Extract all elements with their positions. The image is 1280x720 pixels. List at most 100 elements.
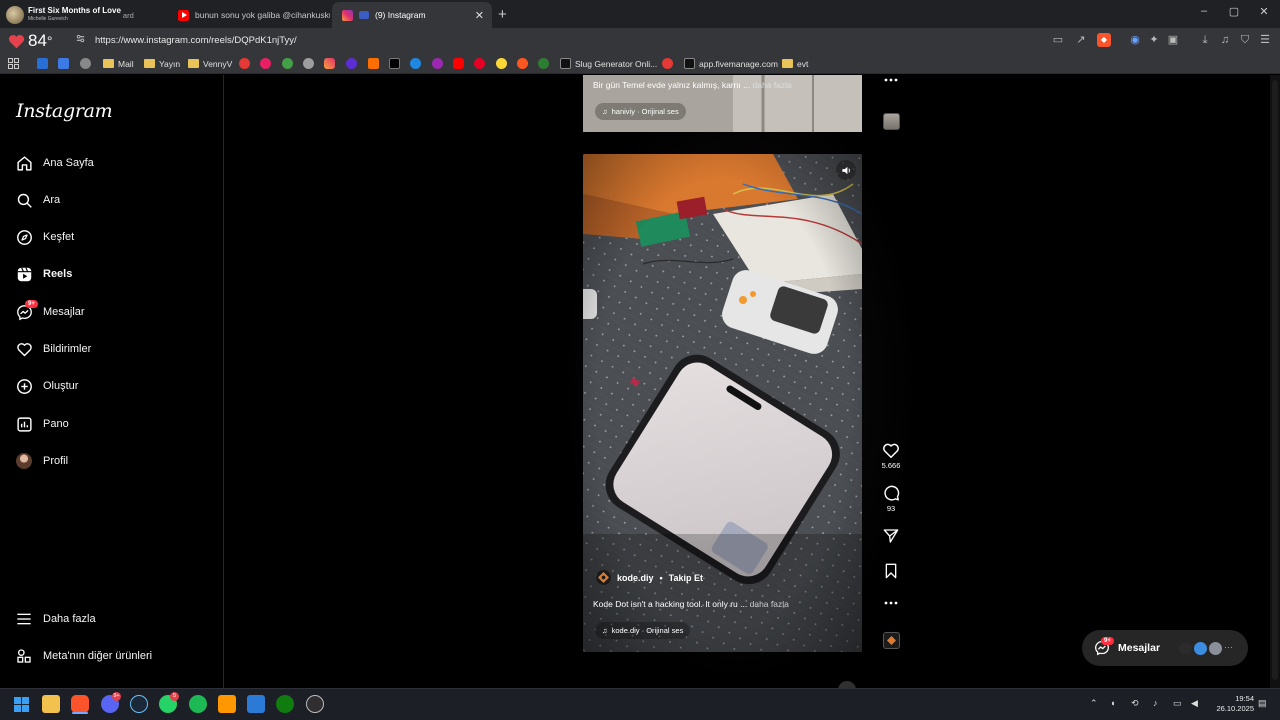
bookmark-x-icon[interactable] <box>389 58 400 69</box>
xbox-icon[interactable] <box>276 695 294 713</box>
contact-avatar <box>1208 641 1223 656</box>
microphone-icon[interactable]: ♪ <box>1153 698 1158 708</box>
steam-icon[interactable] <box>130 695 148 713</box>
previous-reel-more-button[interactable] <box>878 78 904 82</box>
nav-profile[interactable]: Profil <box>14 448 68 474</box>
scrollbar-thumb[interactable] <box>1272 80 1278 680</box>
windows-start-icon[interactable] <box>12 695 30 713</box>
bookmark-pinterest-icon[interactable] <box>474 58 485 69</box>
bookmark-zte[interactable] <box>37 56 52 71</box>
media-icon[interactable]: ♫ <box>1218 33 1232 47</box>
bookmark-youtube-icon[interactable] <box>453 58 464 69</box>
tab-music-player[interactable]: First Six Months of Love Michelle Gurevi… <box>0 2 168 28</box>
previous-reel-audio-thumb[interactable] <box>878 113 904 130</box>
reel-audio[interactable]: ♫ kode.diy · Orijinal ses <box>595 622 691 639</box>
tab-instagram[interactable]: (9) Instagram ✕ <box>332 2 492 28</box>
instagram-logo[interactable]: Instagram <box>16 100 113 122</box>
bookmark-yayin[interactable]: Yayın <box>144 56 180 71</box>
nav-search[interactable]: Ara <box>14 187 60 213</box>
sync-icon[interactable]: ⟲ <box>1131 698 1139 709</box>
brave-browser-icon[interactable] <box>71 695 89 713</box>
bookmark-at[interactable] <box>80 56 95 71</box>
bookmark-twitch-icon[interactable] <box>432 58 443 69</box>
bookmark-soundcloud-icon[interactable] <box>368 58 379 69</box>
bookmark-bi-icon[interactable] <box>260 58 271 69</box>
menu-icon[interactable]: ☰ <box>1258 33 1272 47</box>
remote-desktop-icon[interactable] <box>247 695 265 713</box>
share-icon[interactable]: ↗ <box>1074 33 1088 47</box>
like-button[interactable]: 5.666 <box>878 442 904 470</box>
send-icon <box>883 529 899 543</box>
bookmark-leaf-icon[interactable] <box>282 58 293 69</box>
tray-overflow-icon[interactable]: ⌃ <box>1090 698 1098 709</box>
bookmark-vennyv[interactable]: VennyV <box>188 56 232 71</box>
volume-icon[interactable]: ◀ <box>1191 698 1198 709</box>
nav-meta-products[interactable]: Meta'nın diğer ürünleri <box>14 643 152 669</box>
caption-more-link[interactable]: daha fazla <box>750 599 789 609</box>
comment-button[interactable]: 93 <box>878 485 904 513</box>
bookmark-blue-icon[interactable] <box>410 58 421 69</box>
sublime-text-icon[interactable] <box>218 695 236 713</box>
maximize-button[interactable]: ▢ <box>1224 5 1244 18</box>
caption-more-link[interactable]: daha fazla <box>753 80 792 90</box>
previous-reel-caption[interactable]: Bir gün Temel evde yalnız kalmış, karnı … <box>593 80 792 90</box>
notification-icon[interactable]: ▤ <box>1258 698 1267 709</box>
bookmark-mail[interactable]: Mail <box>103 56 134 71</box>
tab-youtube[interactable]: bunun sonu yok galiba @cihankusku <box>168 2 330 28</box>
bookmark-purple-icon[interactable] <box>346 58 357 69</box>
reel-author[interactable]: kode.diy • Takip Et <box>596 570 703 585</box>
volume-button[interactable] <box>836 160 856 180</box>
tab-close-icon[interactable]: ✕ <box>475 9 484 22</box>
bookmark-github-icon[interactable] <box>303 58 314 69</box>
more-options-button[interactable] <box>878 601 904 605</box>
headset-icon[interactable]: ◖ <box>1110 698 1115 708</box>
bookmark-yellow-icon[interactable] <box>496 58 507 69</box>
save-button[interactable] <box>878 563 904 579</box>
cast-icon[interactable]: ▭ <box>1051 33 1065 47</box>
system-clock[interactable]: 19:54 26.10.2025 <box>1210 694 1254 714</box>
nav-notifications[interactable]: Bildirimler <box>14 336 91 362</box>
extension-badge-icon[interactable]: ◉ <box>1128 33 1142 47</box>
nav-reels[interactable]: Reels <box>14 261 72 287</box>
apps-grid-icon[interactable] <box>8 56 19 71</box>
nav-explore[interactable]: Keşfet <box>14 224 74 250</box>
network-icon[interactable]: ▭ <box>1173 698 1182 709</box>
nav-more[interactable]: Daha fazla <box>14 606 96 632</box>
download-icon[interactable]: ⤓ <box>1198 33 1212 47</box>
file-explorer-icon[interactable] <box>42 695 60 713</box>
bookmark-fivemanage[interactable]: app.fivemanage.com <box>684 56 778 71</box>
nav-dashboard[interactable]: Pano <box>14 411 69 437</box>
extensions-icon[interactable]: ✦ <box>1147 33 1161 47</box>
sidebar-toggle-icon[interactable]: ▣ <box>1166 33 1180 47</box>
bookmark-evt[interactable]: evt <box>782 56 808 71</box>
bookmark-play[interactable] <box>58 56 73 71</box>
window-close-button[interactable]: ✕ <box>1254 5 1274 18</box>
bookmark-reddit-icon[interactable] <box>662 58 673 69</box>
instagram-icon <box>342 9 353 21</box>
weather-widget[interactable]: 84 ° <box>8 31 53 51</box>
reel-audio-thumb[interactable] <box>878 632 904 649</box>
next-reel-volume-button[interactable] <box>838 681 856 688</box>
bookmark-orange-icon[interactable] <box>517 58 528 69</box>
new-tab-button[interactable]: + <box>498 6 507 23</box>
brave-shield-icon[interactable]: ◆ <box>1097 33 1111 47</box>
bookmark-angular-icon[interactable] <box>239 58 250 69</box>
minimize-button[interactable]: – <box>1194 5 1214 17</box>
site-info-icon[interactable] <box>75 33 89 47</box>
follow-button[interactable]: Takip Et <box>669 573 703 583</box>
spotify-icon[interactable] <box>189 695 207 713</box>
reel-caption[interactable]: Kode Dot isn't a hacking tool. It only r… <box>593 599 789 609</box>
share-button[interactable] <box>878 528 904 544</box>
bookmark-instagram-icon[interactable] <box>324 58 335 69</box>
obs-icon[interactable] <box>306 695 324 713</box>
url-field[interactable]: https://www.instagram.com/reels/DQPdK1nj… <box>95 35 297 46</box>
audio-label: haniviy · Orijinal ses <box>611 107 679 116</box>
nav-home[interactable]: Ana Sayfa <box>14 150 94 176</box>
wallet-icon[interactable]: ⛉ <box>1238 33 1252 47</box>
bookmark-xbox-icon[interactable] <box>538 58 549 69</box>
previous-reel-audio[interactable]: ♫ haniviy · Orijinal ses <box>595 103 686 120</box>
folder-icon <box>782 59 793 68</box>
nav-create[interactable]: Oluştur <box>14 373 78 399</box>
author-username[interactable]: kode.diy <box>617 573 654 583</box>
bookmark-slug-generator[interactable]: Slug Generator Onli... <box>560 56 657 71</box>
